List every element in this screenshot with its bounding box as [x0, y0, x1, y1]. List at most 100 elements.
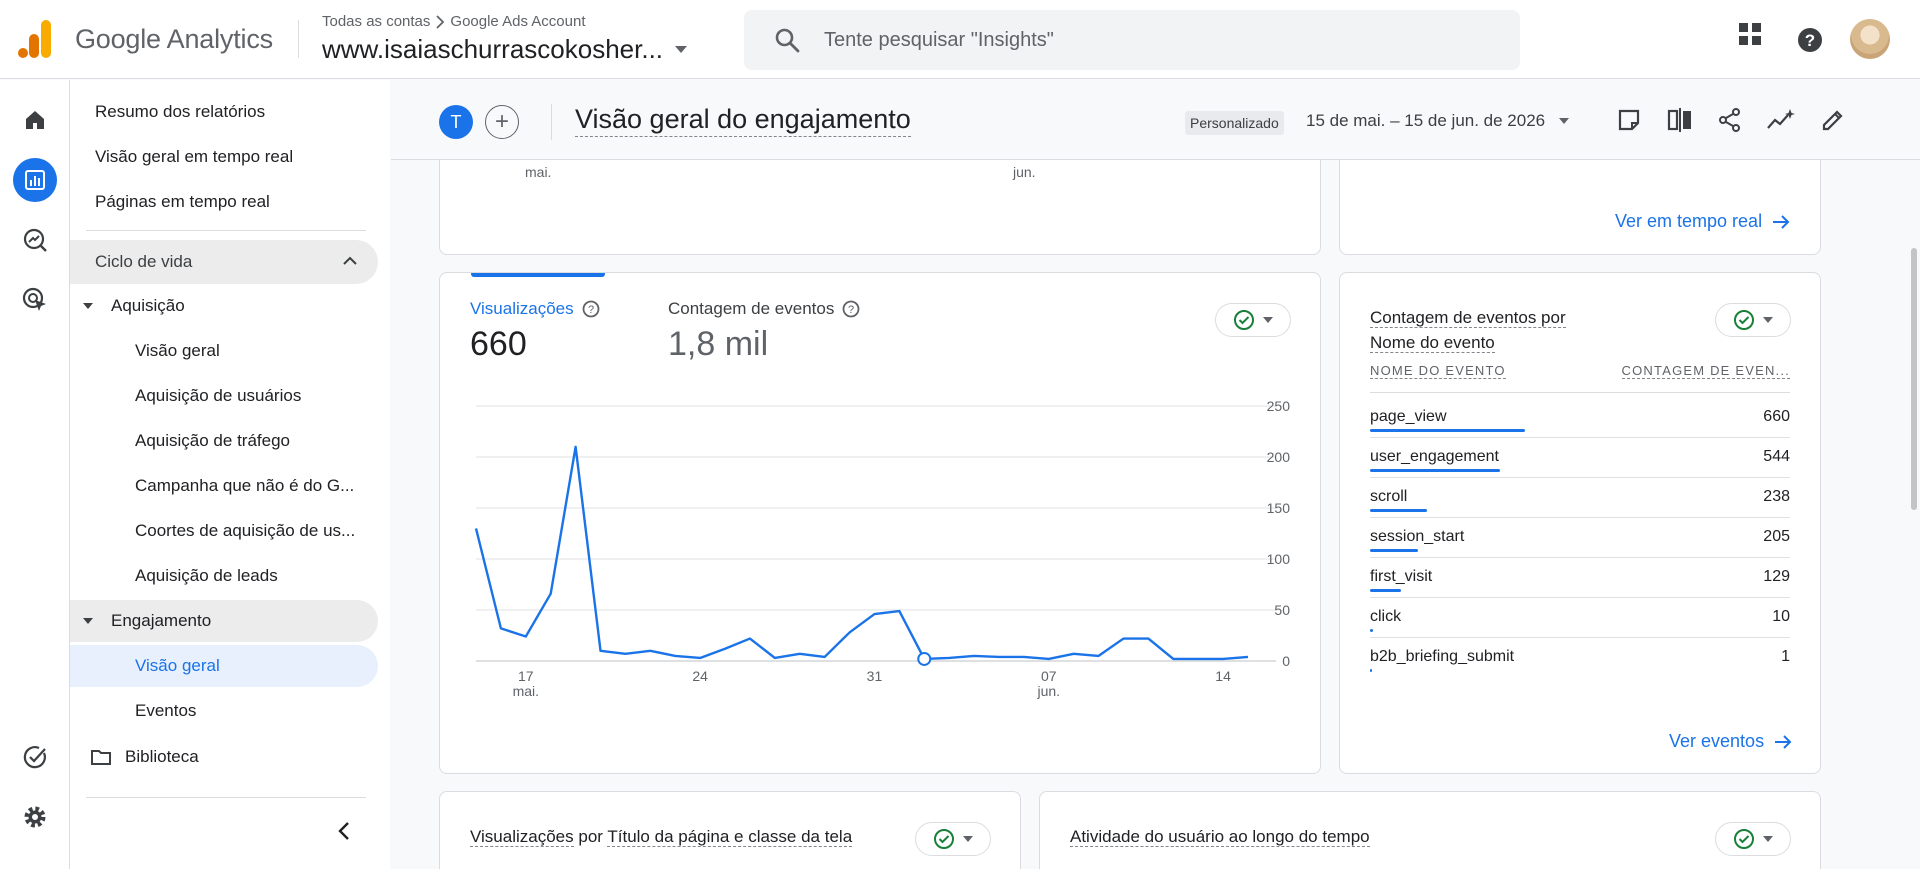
nav-acquisition-overview[interactable]: Visão geral	[70, 330, 378, 372]
help-icon[interactable]: ?	[1797, 27, 1823, 53]
table-row[interactable]: page_view 660	[1370, 398, 1790, 438]
dropdown-arrow-icon	[963, 836, 973, 842]
sidebar-nav: Resumo dos relatórios Visão geral em tem…	[70, 80, 390, 869]
nav-events[interactable]: Eventos	[70, 690, 378, 732]
table-row[interactable]: first_visit 129	[1370, 558, 1790, 598]
admin-button[interactable]	[13, 795, 57, 839]
report-header: T + Visão geral do engajamento Personali…	[391, 80, 1920, 160]
nav-label: Aquisição de tráfego	[135, 431, 290, 450]
search-bar[interactable]	[744, 10, 1520, 70]
data-quality-dropdown[interactable]	[915, 822, 991, 856]
nav-label: Visão geral	[135, 341, 220, 360]
events-by-name-card: Contagem de eventos por Nome do evento N…	[1339, 272, 1821, 774]
table-row[interactable]: session_start 205	[1370, 518, 1790, 558]
nav-user-acquisition[interactable]: Aquisição de usuários	[70, 375, 378, 417]
divider	[551, 104, 552, 140]
x-tick-label: 31	[867, 668, 883, 684]
compare-icon[interactable]	[1667, 108, 1693, 132]
search-input[interactable]	[824, 22, 1484, 58]
nav-realtime-pages[interactable]: Páginas em tempo real	[70, 181, 378, 223]
insights-button[interactable]	[13, 735, 57, 779]
add-comparison-button[interactable]: +	[485, 105, 519, 139]
user-activity-card: Atividade do usuário ao longo do tempo	[1039, 791, 1821, 869]
nav-acquisition-cohorts[interactable]: Coortes de aquisição de us...	[70, 510, 378, 552]
table-row[interactable]: b2b_briefing_submit 1	[1370, 638, 1790, 678]
date-custom-badge: Personalizado	[1185, 111, 1284, 135]
event-name: page_view	[1370, 408, 1447, 425]
x-tick-label: 17	[518, 668, 534, 684]
user-avatar[interactable]	[1850, 19, 1890, 59]
series-line	[474, 445, 1249, 661]
y-tick-label: 100	[1267, 551, 1291, 567]
page-scrollbar[interactable]	[1911, 248, 1917, 510]
nav-divider	[86, 797, 366, 798]
breadcrumb-root[interactable]: Todas as contas	[322, 13, 430, 30]
chevron-right-icon	[436, 14, 445, 29]
edit-pencil-icon[interactable]	[1821, 108, 1845, 132]
insights-sparkle-icon[interactable]	[1766, 108, 1796, 132]
note-icon[interactable]	[1617, 108, 1641, 132]
nav-engagement[interactable]: Engajamento	[70, 600, 378, 642]
table-row[interactable]: click 10	[1370, 598, 1790, 638]
top-bar: Google Analytics Todas as contas Google …	[0, 0, 1920, 79]
dropdown-arrow-icon	[1559, 118, 1570, 124]
date-range-picker[interactable]: 15 de mai. – 15 de jun. de 2026	[1306, 111, 1570, 131]
link-label: Ver em tempo real	[1615, 211, 1763, 231]
folder-icon	[91, 750, 111, 765]
data-quality-dropdown[interactable]	[1715, 822, 1791, 856]
collapse-chevron-left-icon[interactable]	[338, 821, 350, 841]
event-count: 205	[1763, 528, 1790, 545]
views-line-chart[interactable]: 250 200 150 100 50 0 17mai. 24 31 07jun. 14	[440, 273, 1321, 774]
card-title[interactable]: Contagem de eventos por Nome do evento	[1370, 305, 1630, 355]
nav-lifecycle-section[interactable]: Ciclo de vida	[70, 240, 378, 284]
event-name: b2b_briefing_submit	[1370, 648, 1515, 665]
breadcrumb-account[interactable]: Google Ads Account	[450, 13, 585, 30]
nav-realtime-overview[interactable]: Visão geral em tempo real	[70, 136, 378, 178]
nav-label: Aquisição	[111, 296, 185, 315]
share-icon[interactable]	[1718, 108, 1742, 132]
card-title[interactable]: Atividade do usuário ao longo do tempo	[1070, 824, 1370, 849]
nav-label: Aquisição de leads	[135, 566, 278, 585]
search-icon	[775, 28, 800, 53]
table-row[interactable]: user_engagement 544	[1370, 438, 1790, 478]
y-tick-label: 0	[1282, 653, 1290, 669]
event-name: user_engagement	[1370, 448, 1499, 465]
event-share-bar	[1370, 549, 1419, 552]
property-selector[interactable]: www.isaiaschurrascokosher...	[322, 34, 688, 65]
column-header-event-name[interactable]: NOME DO EVENTO	[1370, 363, 1506, 379]
home-button[interactable]	[13, 98, 57, 142]
nav-traffic-acquisition[interactable]: Aquisição de tráfego	[70, 420, 378, 462]
nav-non-google-campaign[interactable]: Campanha que não é do G...	[70, 465, 378, 507]
apps-grid-icon[interactable]	[1738, 22, 1762, 46]
google-analytics-logo[interactable]	[18, 20, 52, 58]
advertising-button[interactable]	[13, 278, 57, 322]
nav-lead-acquisition[interactable]: Aquisição de leads	[70, 555, 378, 597]
nav-label: Páginas em tempo real	[95, 192, 270, 211]
event-count: 544	[1763, 448, 1790, 465]
event-share-bar	[1370, 429, 1526, 432]
explore-button[interactable]	[13, 218, 57, 262]
nav-label: Coortes de aquisição de us...	[135, 521, 356, 540]
check-circle-icon	[934, 829, 954, 849]
page-title[interactable]: Visão geral do engajamento	[575, 104, 911, 137]
nav-acquisition[interactable]: Aquisição	[70, 285, 378, 327]
table-row[interactable]: scroll 238	[1370, 478, 1790, 518]
left-rail	[0, 80, 70, 869]
breadcrumb[interactable]: Todas as contas Google Ads Account	[322, 13, 586, 30]
view-events-link[interactable]: Ver eventos	[1669, 731, 1792, 752]
card-title[interactable]: Visualizações por Título da página e cla…	[470, 824, 853, 849]
x-tick-label: 07	[1041, 668, 1057, 684]
event-share-bar	[1370, 469, 1501, 472]
nav-reports-snapshot[interactable]: Resumo dos relatórios	[70, 91, 378, 133]
comparison-chip[interactable]: T	[439, 105, 473, 139]
nav-library[interactable]: Biblioteca	[70, 736, 378, 778]
column-header-event-count[interactable]: CONTAGEM DE EVEN...	[1621, 363, 1790, 379]
reports-button[interactable]	[13, 158, 57, 202]
nav-engagement-overview[interactable]: Visão geral	[70, 645, 378, 687]
view-realtime-link[interactable]: Ver em tempo real	[1615, 211, 1790, 232]
nav-label: Eventos	[135, 701, 197, 720]
title-line: Contagem de eventos por	[1370, 308, 1566, 328]
data-quality-dropdown[interactable]	[1715, 303, 1791, 337]
nav-label: Visão geral	[135, 656, 220, 675]
data-point-marker[interactable]	[917, 651, 932, 666]
